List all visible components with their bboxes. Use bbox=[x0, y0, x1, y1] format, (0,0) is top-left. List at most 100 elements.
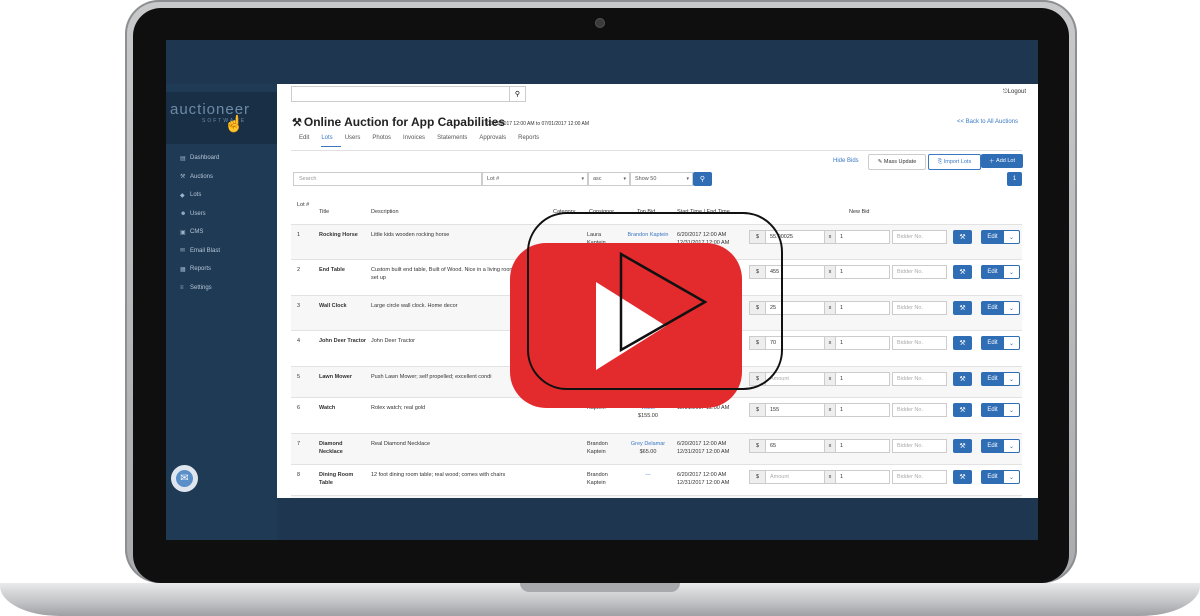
edit-dropdown-button[interactable]: ⌄ bbox=[1003, 372, 1020, 386]
lot-search-input[interactable]: Search bbox=[293, 172, 482, 186]
tab-approvals[interactable]: Approvals bbox=[479, 135, 514, 147]
tab-photos[interactable]: Photos bbox=[372, 135, 399, 147]
chevron-down-icon: ⌄ bbox=[1008, 234, 1015, 241]
edit-button[interactable]: Edit bbox=[981, 301, 1004, 315]
sidebar-item-label: Settings bbox=[190, 284, 212, 291]
sidebar-item-reports[interactable]: ▦ Reports bbox=[180, 260, 220, 279]
header-lot: Lot # bbox=[297, 202, 310, 208]
edit-button[interactable]: Edit bbox=[981, 372, 1004, 386]
chevron-down-icon: ⌄ bbox=[1008, 474, 1015, 481]
search-icon[interactable]: ⚲ bbox=[509, 86, 526, 102]
sidebar-item-settings[interactable]: ≡ Settings bbox=[180, 279, 220, 298]
bidder-number-input[interactable]: Bidder No. bbox=[892, 301, 947, 315]
edit-dropdown-button[interactable]: ⌄ bbox=[1003, 439, 1020, 453]
sidebar-item-lots[interactable]: ◆ Lots bbox=[180, 186, 220, 205]
edit-dropdown-button[interactable]: ⌄ bbox=[1003, 230, 1020, 244]
lot-description: Large circle wall clock. Home decor bbox=[371, 303, 458, 309]
edit-button[interactable]: Edit bbox=[981, 336, 1004, 350]
book-icon: ▦ bbox=[180, 266, 186, 273]
lot-title[interactable]: Wall Clock bbox=[319, 302, 367, 310]
place-bid-button[interactable]: ⚒ bbox=[953, 336, 972, 350]
tab-invoices[interactable]: Invoices bbox=[403, 135, 433, 147]
quantity-input[interactable]: 1 bbox=[835, 439, 890, 453]
place-bid-button[interactable]: ⚒ bbox=[953, 403, 972, 417]
tab-users[interactable]: Users bbox=[345, 135, 369, 147]
lot-number: 3 bbox=[297, 303, 301, 309]
chevron-down-icon: ⌄ bbox=[1008, 407, 1015, 414]
place-bid-button[interactable]: ⚒ bbox=[953, 265, 972, 279]
edit-button[interactable]: Edit bbox=[981, 265, 1004, 279]
top-bidder-link[interactable]: --- bbox=[625, 471, 671, 479]
start-time: 6/20/2017 12:00 AM bbox=[677, 441, 727, 447]
lot-number: 4 bbox=[297, 338, 301, 344]
place-bid-button[interactable]: ⚒ bbox=[953, 470, 972, 484]
tab-edit[interactable]: Edit bbox=[299, 135, 317, 147]
sidebar-item-users[interactable]: ☻ Users bbox=[180, 205, 220, 224]
quantity-input[interactable]: 1 bbox=[835, 336, 890, 350]
sidebar-item-email-blast[interactable]: ✉ Email Blast bbox=[180, 242, 220, 261]
dashboard-icon: ▤ bbox=[180, 155, 186, 162]
edit-button[interactable]: Edit bbox=[981, 470, 1004, 484]
import-lots-button[interactable]: ⎘ Import Lots bbox=[928, 154, 981, 170]
add-lot-button[interactable]: ＋ Add Lot bbox=[981, 154, 1023, 168]
bidder-number-input[interactable]: Bidder No. bbox=[892, 470, 947, 484]
quantity-input[interactable]: 1 bbox=[835, 470, 890, 484]
lot-title[interactable]: Rocking Horse bbox=[319, 231, 367, 239]
chat-widget[interactable]: ✉ bbox=[171, 465, 198, 492]
bidder-number-input[interactable]: Bidder No. bbox=[892, 336, 947, 350]
lot-description: John Deer Tractor bbox=[371, 338, 416, 344]
sort-field-select[interactable]: Lot # ▾ bbox=[482, 172, 588, 186]
bidder-number-input[interactable]: Bidder No. bbox=[892, 403, 947, 417]
mass-update-button[interactable]: ✎ Mass Update bbox=[868, 154, 926, 170]
page-number-button[interactable]: 1 bbox=[1007, 172, 1022, 186]
lot-title[interactable]: Diamond Necklace bbox=[319, 440, 367, 456]
quantity-input[interactable]: 1 bbox=[835, 265, 890, 279]
place-bid-button[interactable]: ⚒ bbox=[953, 439, 972, 453]
sidebar-item-dashboard[interactable]: ▤ Dashboard bbox=[180, 149, 220, 168]
laptop-base-notch bbox=[520, 583, 680, 592]
top-bidder-link[interactable]: Grey Delamar bbox=[625, 440, 671, 448]
back-to-auctions-link[interactable]: << Back to All Auctions bbox=[957, 119, 1018, 125]
global-search-input[interactable] bbox=[291, 86, 510, 102]
tab-lots[interactable]: Lots bbox=[321, 135, 341, 147]
page-size-select[interactable]: Show 50 ▾ bbox=[630, 172, 693, 186]
place-bid-button[interactable]: ⚒ bbox=[953, 301, 972, 315]
tab-statements[interactable]: Statements bbox=[437, 135, 475, 147]
lot-title[interactable]: Dining Room Table bbox=[319, 471, 367, 487]
bidder-number-input[interactable]: Bidder No. bbox=[892, 372, 947, 386]
lot-title[interactable]: Lawn Mower bbox=[319, 373, 367, 381]
quantity-input[interactable]: 1 bbox=[835, 301, 890, 315]
edit-dropdown-button[interactable]: ⌄ bbox=[1003, 336, 1020, 350]
place-bid-button[interactable]: ⚒ bbox=[953, 230, 972, 244]
edit-button[interactable]: Edit bbox=[981, 230, 1004, 244]
bidder-number-input[interactable]: Bidder No. bbox=[892, 230, 947, 244]
lot-title[interactable]: End Table bbox=[319, 266, 367, 274]
bid-amount-input[interactable]: 155 bbox=[765, 403, 825, 417]
quantity-input[interactable]: 1 bbox=[835, 372, 890, 386]
envelope-icon: ✉ bbox=[180, 248, 186, 255]
quantity-input[interactable]: 1 bbox=[835, 230, 890, 244]
edit-dropdown-button[interactable]: ⌄ bbox=[1003, 403, 1020, 417]
quantity-input[interactable]: 1 bbox=[835, 403, 890, 417]
edit-dropdown-button[interactable]: ⌄ bbox=[1003, 265, 1020, 279]
sort-order-select[interactable]: asc ▾ bbox=[588, 172, 630, 186]
bid-amount-input[interactable]: Amount bbox=[765, 470, 825, 484]
tab-reports[interactable]: Reports bbox=[518, 135, 547, 147]
lot-description: Custom built end table, Built of Wood. N… bbox=[371, 267, 514, 281]
edit-button[interactable]: Edit bbox=[981, 403, 1004, 417]
edit-dropdown-button[interactable]: ⌄ bbox=[1003, 470, 1020, 484]
place-bid-button[interactable]: ⚒ bbox=[953, 372, 972, 386]
hide-bids-link[interactable]: Hide Bids bbox=[833, 158, 859, 164]
bidder-number-input[interactable]: Bidder No. bbox=[892, 439, 947, 453]
lot-title[interactable]: Watch bbox=[319, 404, 367, 412]
bid-amount-input[interactable]: 65 bbox=[765, 439, 825, 453]
edit-dropdown-button[interactable]: ⌄ bbox=[1003, 301, 1020, 315]
bidder-number-input[interactable]: Bidder No. bbox=[892, 265, 947, 279]
sidebar-item-cms[interactable]: ▣ CMS bbox=[180, 223, 220, 242]
edit-button[interactable]: Edit bbox=[981, 439, 1004, 453]
logout-link[interactable]: ⎋Logout bbox=[1003, 89, 1026, 96]
search-icon[interactable]: ⚲ bbox=[693, 172, 712, 186]
sidebar-item-label: Lots bbox=[190, 192, 202, 199]
lot-title[interactable]: John Deer Tractor bbox=[319, 337, 367, 345]
sidebar-item-auctions[interactable]: ⚒ Auctions bbox=[180, 168, 220, 187]
